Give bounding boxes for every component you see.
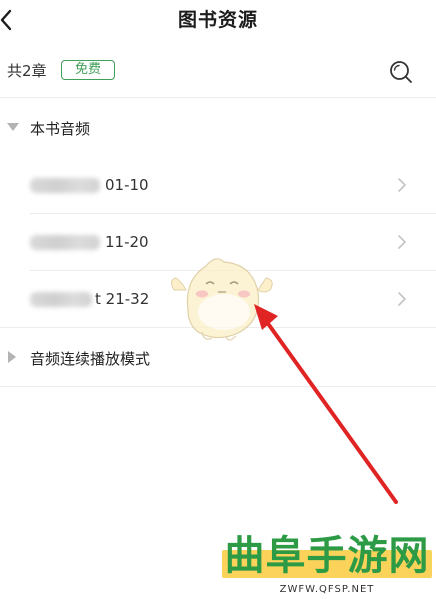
blurred-title xyxy=(30,292,92,307)
search-icon[interactable] xyxy=(388,59,414,85)
item-range: t 21-32 xyxy=(95,290,150,308)
blurred-title xyxy=(30,178,100,193)
item-range: 11-20 xyxy=(105,233,149,251)
audio-list-item[interactable]: 01-10 xyxy=(0,157,436,213)
divider xyxy=(0,97,436,98)
triangle-down-icon xyxy=(7,123,19,131)
item-range: 01-10 xyxy=(105,176,149,194)
blurred-title xyxy=(30,235,100,250)
free-badge: 免费 xyxy=(61,60,115,80)
chevron-right-icon xyxy=(398,235,406,249)
page-title: 图书资源 xyxy=(177,9,258,31)
section-label: 音频连续播放模式 xyxy=(30,350,151,368)
chevron-right-icon xyxy=(398,178,406,192)
section-book-audio[interactable]: 本书音频 xyxy=(0,108,436,148)
nav-bar: 图书资源 xyxy=(0,0,436,40)
section-label: 本书音频 xyxy=(30,120,91,138)
watermark-url: ZWFW.QFSP.NET xyxy=(279,584,375,595)
watermark-title: 曲阜手游网 xyxy=(224,533,430,579)
chapter-count: 共2章 xyxy=(7,62,47,80)
site-watermark: 曲阜手游网 ZWFW.QFSP.NET xyxy=(222,533,432,595)
mascot-watermark-image xyxy=(170,258,273,341)
triangle-right-icon xyxy=(8,351,16,363)
divider xyxy=(0,386,436,387)
chevron-right-icon xyxy=(398,292,406,306)
